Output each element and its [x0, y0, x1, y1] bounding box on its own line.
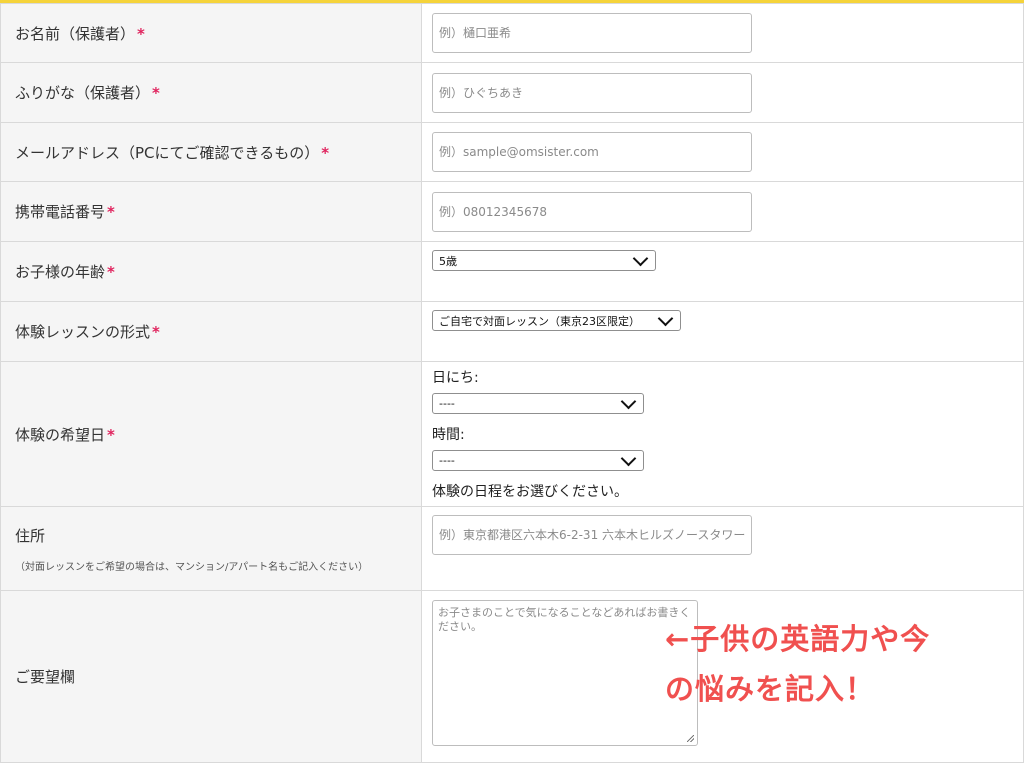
row-address: 住所 （対面レッスンをご希望の場合は、マンション/アパート名もご記入ください） — [0, 506, 1024, 591]
row-mobile: 携帯電話番号 * — [0, 181, 1024, 242]
chevron-down-icon — [620, 450, 637, 466]
row-guardian-name: お名前（保護者） * — [0, 3, 1024, 63]
chevron-down-icon — [632, 250, 649, 266]
required-mark: * — [107, 203, 115, 221]
label-cell: 住所 （対面レッスンをご希望の場合は、マンション/アパート名もご記入ください） — [0, 506, 422, 591]
row-email: メールアドレス（PCにてご確認できるもの） * — [0, 122, 1024, 182]
address-note: （対面レッスンをご希望の場合は、マンション/アパート名もご記入ください） — [15, 561, 369, 573]
email-label: メールアドレス（PCにてご確認できるもの） — [15, 143, 320, 162]
required-mark: * — [107, 263, 115, 281]
address-input[interactable] — [432, 515, 752, 555]
row-child-age: お子様の年齢 * 5歳 — [0, 241, 1024, 302]
chevron-down-icon — [620, 393, 637, 409]
preferred-date-label: 体験の希望日 — [15, 425, 106, 444]
guardian-name-label: お名前（保護者） — [15, 24, 136, 43]
red-annotation: ←子供の英語力や今 の悩みを記入！ — [665, 614, 1005, 714]
time-selected-value: ---- — [439, 454, 455, 467]
value-cell — [421, 181, 1024, 242]
address-label: 住所 — [15, 526, 46, 545]
lesson-format-selected-value: ご自宅で対面レッスン（東京23区限定） — [439, 314, 640, 328]
row-guardian-furigana: ふりがな（保護者） * — [0, 62, 1024, 123]
guardian-name-input[interactable] — [432, 13, 752, 53]
date-label: 日にち: — [432, 370, 479, 386]
guardian-furigana-input[interactable] — [432, 72, 752, 113]
requests-placeholder: お子さまのことで気になることなどあればお書きください。 — [438, 606, 691, 633]
label-cell: ご要望欄 — [0, 590, 422, 763]
date-selected-value: ---- — [439, 397, 455, 410]
resize-handle-icon[interactable] — [687, 735, 694, 742]
label-cell: 体験レッスンの形式 * — [0, 301, 422, 362]
annotation-line-1: ←子供の英語力や今 — [665, 622, 931, 656]
requests-textarea[interactable]: お子さまのことで気になることなどあればお書きください。 — [432, 600, 698, 746]
lesson-format-label: 体験レッスンの形式 — [15, 323, 151, 341]
date-hint: 体験の日程をお選びください。 — [432, 484, 628, 500]
annotation-line-2: の悩みを記入！ — [665, 672, 876, 706]
label-cell: 体験の希望日 * — [0, 361, 422, 507]
required-mark: * — [321, 143, 330, 162]
mobile-input[interactable] — [432, 191, 752, 232]
time-select[interactable]: ---- — [432, 450, 644, 471]
value-cell — [421, 62, 1024, 123]
guardian-furigana-label: ふりがな（保護者） — [15, 84, 151, 102]
lesson-format-select[interactable]: ご自宅で対面レッスン（東京23区限定） — [432, 310, 681, 331]
label-cell: 携帯電話番号 * — [0, 181, 422, 242]
required-mark: * — [107, 425, 115, 444]
label-cell: お子様の年齢 * — [0, 241, 422, 302]
value-cell — [421, 3, 1024, 63]
value-cell: 5歳 — [421, 241, 1024, 302]
value-cell — [421, 506, 1024, 591]
label-cell: メールアドレス（PCにてご確認できるもの） * — [0, 122, 422, 182]
requests-label: ご要望欄 — [15, 668, 76, 686]
value-cell: ご自宅で対面レッスン（東京23区限定） — [421, 301, 1024, 362]
required-mark: * — [152, 84, 160, 102]
required-mark: * — [152, 323, 160, 341]
label-cell: お名前（保護者） * — [0, 3, 422, 63]
required-mark: * — [137, 24, 145, 43]
value-cell: 日にち: ---- 時間: ---- 体験の日程をお選びください。 — [421, 361, 1024, 507]
row-preferred-date: 体験の希望日 * 日にち: ---- 時間: ---- 体験の日程をお選びください… — [0, 361, 1024, 507]
date-select[interactable]: ---- — [432, 393, 644, 414]
child-age-selected-value: 5歳 — [439, 254, 457, 268]
row-lesson-format: 体験レッスンの形式 * ご自宅で対面レッスン（東京23区限定） — [0, 301, 1024, 362]
mobile-label: 携帯電話番号 — [15, 203, 106, 221]
value-cell — [421, 122, 1024, 182]
child-age-label: お子様の年齢 — [15, 263, 106, 281]
label-cell: ふりがな（保護者） * — [0, 62, 422, 123]
chevron-down-icon — [657, 310, 674, 326]
email-input[interactable] — [432, 132, 752, 172]
time-label: 時間: — [432, 427, 465, 443]
child-age-select[interactable]: 5歳 — [432, 250, 656, 271]
